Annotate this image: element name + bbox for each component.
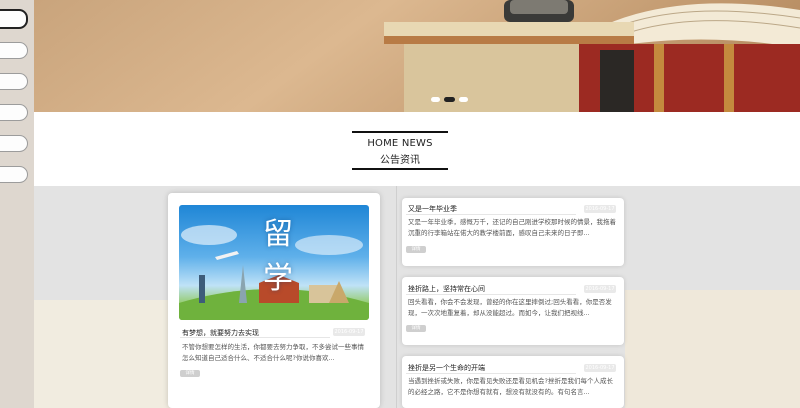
news-title[interactable]: 又是一年毕业季 [408, 204, 457, 214]
section-title-top-rule [352, 131, 448, 133]
column-divider [396, 186, 397, 408]
sidebar [0, 0, 34, 408]
sidebar-nav-item-active[interactable] [0, 9, 28, 29]
sidebar-nav-item[interactable] [0, 135, 28, 152]
sidebar-nav-item[interactable] [0, 73, 28, 90]
news-date: 2016-09-17 [584, 205, 616, 213]
news-more-button[interactable]: 详情 [406, 246, 426, 253]
news-desc: 又是一年毕业季，感慨万千，还记的自己刚进学校那时候的情景，我拖着沉重的行李箱站在… [408, 218, 616, 237]
divider [406, 373, 576, 374]
feature-news-image[interactable]: 留学 [179, 205, 369, 320]
news-more-button[interactable]: 详情 [406, 325, 426, 332]
news-date: 2016-09-17 [584, 364, 616, 372]
news-desc: 回头看看，你会不会发现，曾经的你在这里摔倒过;回头看看，你是否发现，一次次地重复… [408, 298, 612, 317]
feature-news-date: 2016-09-17 [333, 328, 365, 336]
decorative-background [625, 290, 800, 408]
sidebar-nav-item[interactable] [0, 104, 28, 121]
divider [180, 337, 330, 338]
divider [406, 214, 576, 215]
hero-banner-books-image [34, 0, 800, 112]
decorative-background [34, 300, 174, 408]
section-title-zh: 公告资讯 [380, 155, 420, 166]
hero-banner [34, 0, 800, 112]
section-title-en: HOME NEWS [367, 138, 433, 149]
feature-news-desc: 不管你想要怎样的生活，你都要去努力争取，不多尝试一些事情怎么知道自己适合什么、不… [182, 343, 364, 362]
divider [406, 294, 576, 295]
news-date: 2016-09-17 [584, 285, 616, 293]
slider-dot[interactable] [459, 97, 468, 102]
news-title[interactable]: 挫折是另一个生命的开端 [408, 363, 485, 373]
section-header-band [34, 112, 800, 186]
sidebar-nav-item[interactable] [0, 42, 28, 59]
feature-more-button[interactable]: 详情 [180, 370, 200, 377]
feature-image-text: 留学 [263, 217, 295, 296]
sidebar-nav-item[interactable] [0, 166, 28, 183]
news-title[interactable]: 挫折路上，坚持常在心间 [408, 284, 485, 294]
section-title-bottom-rule [352, 168, 448, 170]
news-desc: 当遇到挫折或失败，你是看见失败还是看见机会?挫折是我们每个人成长的必经之路，它不… [408, 377, 613, 396]
slider-dot[interactable] [431, 97, 440, 102]
slider-dot-active[interactable] [444, 97, 455, 102]
